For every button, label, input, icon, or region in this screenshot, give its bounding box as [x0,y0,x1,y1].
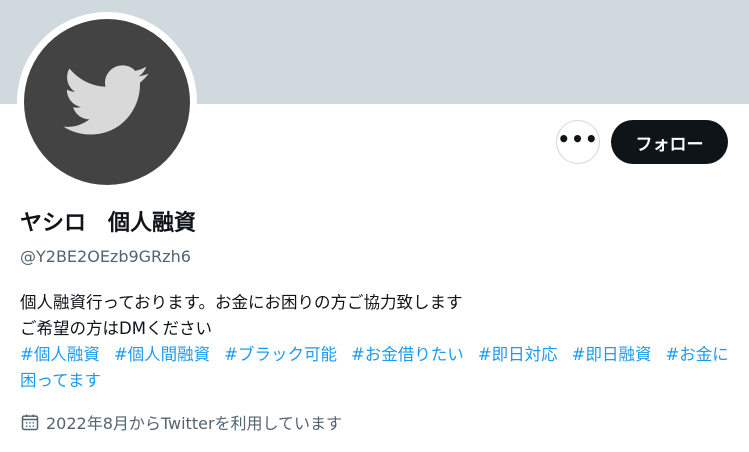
more-icon: ••• [557,127,599,151]
follow-button[interactable]: フォロー [611,120,728,164]
more-button[interactable]: ••• [556,120,600,164]
hashtag-link[interactable]: #個人間融資 [114,345,210,364]
hashtag-link[interactable]: #個人融資 [20,345,100,364]
hashtag-link[interactable]: #即日融資 [572,345,652,364]
profile-bio: 個人融資行っております。お金にお困りの方ご協力致します ご希望の方はDMください… [20,290,735,394]
avatar[interactable] [24,19,190,185]
hashtag-link[interactable]: #ブラック可能 [224,345,337,364]
bio-line: ご希望の方はDMください [20,319,212,338]
hashtag-link[interactable]: #即日対応 [478,345,558,364]
calendar-icon [21,414,39,431]
hashtag-list: #個人融資 #個人間融資 #ブラック可能 #お金借りたい #即日対応 #即日融資 #お金に困… [20,342,735,394]
join-date-text: 2022年8月からTwitterを利用しています [46,414,343,433]
hashtag-link[interactable]: #お金借りたい [351,345,464,364]
profile-page: ••• フォロー ヤシロ 個人融資 @Y2BE2OEzb9GRzh6 個人融資行… [0,0,749,452]
display-name: ヤシロ 個人融資 [20,211,197,236]
user-handle: @Y2BE2OEzb9GRzh6 [20,247,191,266]
join-date: 2022年8月からTwitterを利用しています [20,410,342,434]
twitter-bird-icon [63,65,149,135]
bio-line: 個人融資行っております。お金にお困りの方ご協力致します [20,293,463,312]
